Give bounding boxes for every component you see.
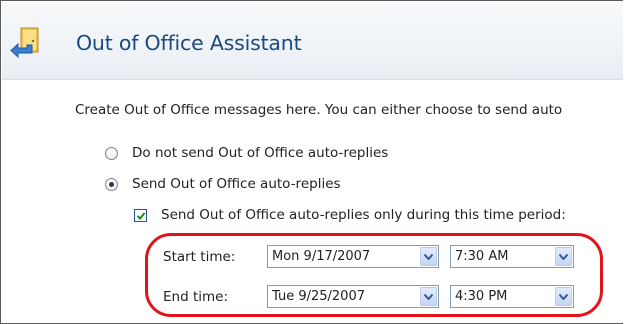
page-title: Out of Office Assistant — [76, 31, 302, 55]
radio-do-not-send[interactable] — [105, 146, 118, 160]
page-header: Out of Office Assistant — [2, 2, 623, 80]
time-period-checkbox[interactable] — [134, 208, 147, 222]
out-of-office-window: Out of Office Assistant Create Out of Of… — [0, 0, 623, 324]
intro-text: Create Out of Office messages here. You … — [75, 102, 563, 118]
option-send-label: Send Out of Office auto-replies — [132, 176, 341, 192]
out-of-office-icon — [10, 26, 44, 60]
option-do-not-send[interactable]: Do not send Out of Office auto-replies — [105, 143, 388, 163]
time-period-option[interactable]: Send Out of Office auto-replies only dur… — [134, 205, 566, 225]
checkmark-icon — [136, 211, 146, 220]
time-period-label: Send Out of Office auto-replies only dur… — [161, 207, 566, 223]
option-do-not-send-label: Do not send Out of Office auto-replies — [132, 145, 389, 161]
radio-send[interactable] — [105, 177, 118, 191]
option-send[interactable]: Send Out of Office auto-replies — [105, 174, 341, 194]
highlight-annotation — [145, 233, 603, 317]
